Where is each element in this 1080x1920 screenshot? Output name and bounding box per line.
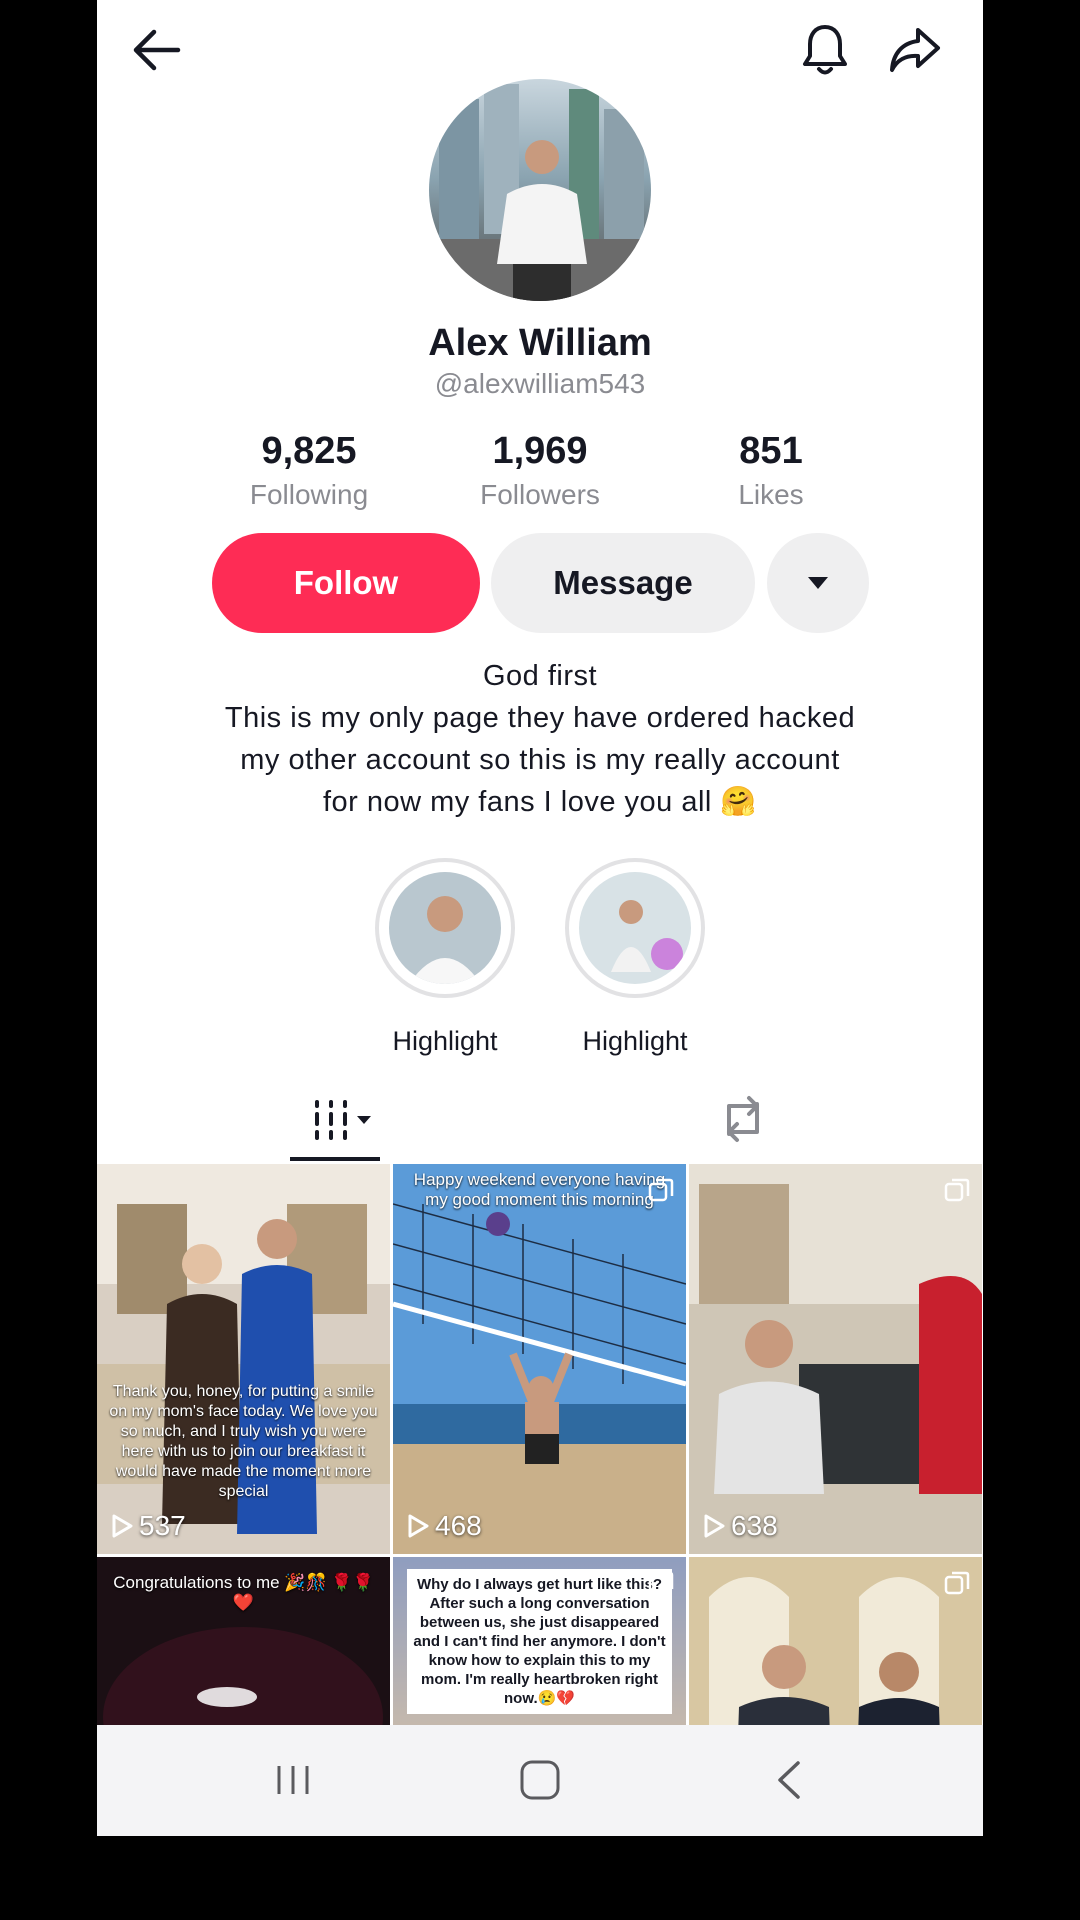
video-caption: Congratulations to me 🎉🎊 🌹🌹❤️	[113, 1573, 374, 1612]
stat-label: Following	[249, 479, 369, 510]
stat-value: 851	[739, 430, 803, 472]
play-icon	[704, 1514, 725, 1538]
bio-line: This is my only page they have ordered h…	[224, 702, 856, 734]
highlight-ring	[375, 858, 515, 998]
stat-value: 1,969	[492, 430, 588, 472]
video-tile[interactable]: Happy weekend everyone having my good mo…	[393, 1164, 686, 1554]
video-caption: Thank you, honey, for putting a smile on…	[109, 1383, 378, 1500]
highlight-ring	[565, 858, 705, 998]
multi-photo-icon	[648, 1178, 674, 1202]
video-view-count: 638	[703, 1510, 778, 1542]
caret-down-icon	[808, 577, 828, 589]
view-count: 638	[731, 1510, 778, 1541]
highlight-label: Highlight	[582, 1026, 688, 1056]
stat-label: Likes	[738, 479, 804, 510]
nav-back-icon[interactable]	[759, 1755, 819, 1805]
profile-screen: Alex William @alexwilliam543 9,825 Follo…	[97, 0, 983, 1836]
back-arrow-icon[interactable]	[125, 18, 189, 82]
bio-line: my other account so this is my really ac…	[240, 744, 840, 776]
recent-apps-icon[interactable]	[263, 1755, 323, 1805]
home-icon[interactable]	[510, 1755, 570, 1805]
highlight-thumbnail	[579, 872, 691, 984]
highlight-1[interactable]: Highlight	[375, 858, 515, 1057]
profile-handle: @alexwilliam543	[434, 368, 646, 399]
bio-line: God first	[482, 660, 598, 692]
stat-value: 9,825	[261, 430, 357, 472]
view-count: 537	[139, 1510, 186, 1541]
tab-videos[interactable]	[311, 1098, 375, 1147]
message-button[interactable]: Message	[491, 533, 755, 633]
video-tile[interactable]: Thank you, honey, for putting a smile on…	[97, 1164, 390, 1554]
bell-icon[interactable]	[793, 18, 857, 82]
grid-icon	[315, 1100, 371, 1140]
avatar[interactable]	[429, 79, 651, 301]
multi-photo-icon	[944, 1178, 970, 1202]
video-caption: Happy weekend everyone having my good mo…	[413, 1170, 666, 1209]
play-icon	[112, 1514, 133, 1538]
stat-following[interactable]: 9,825 Following	[209, 430, 409, 511]
highlight-label: Highlight	[392, 1026, 498, 1056]
more-options-button[interactable]	[767, 533, 869, 633]
play-icon	[408, 1514, 429, 1538]
profile-name: Alex William	[428, 322, 652, 364]
stat-label: Followers	[480, 479, 600, 510]
highlight-2[interactable]: Highlight	[565, 858, 705, 1057]
stat-likes[interactable]: 851 Likes	[671, 430, 871, 511]
video-caption: Why do I always get hurt like this? Afte…	[407, 1569, 672, 1714]
stat-followers[interactable]: 1,969 Followers	[440, 430, 640, 511]
multi-photo-icon	[944, 1571, 970, 1595]
bio-line: for now my fans I love you all 🤗	[322, 786, 758, 818]
follow-button[interactable]: Follow	[212, 533, 480, 633]
share-icon[interactable]	[883, 18, 947, 82]
highlight-thumbnail	[389, 872, 501, 984]
multi-photo-icon	[648, 1571, 674, 1595]
tab-reposts[interactable]	[717, 1094, 769, 1149]
bio: God first This is my only page they have…	[137, 655, 943, 823]
tab-active-indicator	[290, 1157, 380, 1161]
profile-tabs	[97, 1082, 983, 1164]
repost-icon	[727, 1096, 759, 1142]
view-count: 468	[435, 1510, 482, 1541]
video-view-count: 537	[111, 1510, 186, 1542]
video-tile[interactable]: 638	[689, 1164, 982, 1554]
video-view-count: 468	[407, 1510, 482, 1542]
system-navbar	[97, 1725, 983, 1836]
